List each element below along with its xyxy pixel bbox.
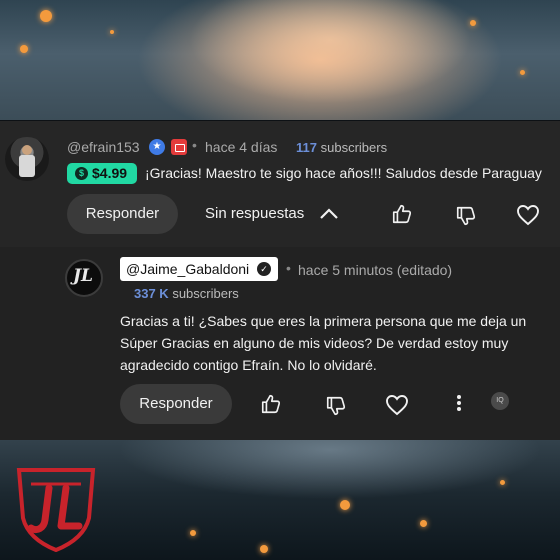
background-top — [0, 0, 560, 120]
bokeh-light — [40, 10, 52, 22]
reply-text-line: Gracias a ti! ¿Sabes que eres la primera… — [120, 313, 527, 329]
more-icon[interactable] — [452, 392, 466, 414]
reply-text: Gracias a ti! ¿Sabes que eres la primera… — [120, 310, 545, 376]
superchat-amount: $4.99 — [92, 165, 128, 181]
heart-icon[interactable] — [516, 204, 540, 226]
verified-icon: ✓ — [257, 262, 271, 276]
chevron-up-icon[interactable] — [319, 205, 339, 221]
dislike-icon[interactable] — [325, 395, 347, 417]
dislike-icon[interactable] — [455, 205, 477, 227]
membership-badge-icon — [171, 139, 187, 155]
bokeh-light — [190, 530, 196, 536]
separator-dot: • — [286, 260, 291, 276]
commenter-avatar[interactable] — [5, 137, 49, 181]
avatar-figure — [19, 155, 35, 177]
reply-button[interactable]: Responder — [67, 194, 178, 234]
reply-timestamp: hace 5 minutos (editado) — [298, 262, 453, 278]
replier-username-chip[interactable]: @Jaime_Gabaldoni ✓ — [120, 257, 278, 281]
avatar-head — [22, 145, 32, 155]
replier-subscribers: 337 K subscribers — [134, 286, 239, 301]
heart-icon[interactable] — [385, 394, 409, 416]
bokeh-light — [500, 480, 505, 485]
bokeh-light — [470, 20, 476, 26]
iq-badge: IQ — [491, 392, 509, 410]
bokeh-light — [340, 500, 350, 510]
bokeh-light — [260, 545, 268, 553]
separator-dot: • — [192, 137, 197, 153]
bokeh-light — [520, 70, 525, 75]
like-icon[interactable] — [391, 203, 413, 225]
coin-icon: $ — [75, 167, 88, 180]
reply-text-line: Súper Gracias en alguno de mis videos? D… — [120, 335, 509, 351]
superchat-badge: $ $4.99 — [67, 163, 137, 184]
replier-username: @Jaime_Gabaldoni — [126, 261, 250, 277]
logo-icon — [16, 468, 96, 552]
no-replies-toggle[interactable]: Sin respuestas — [205, 205, 304, 222]
bokeh-light — [420, 520, 427, 527]
avatar-logo: JL — [73, 266, 93, 286]
commenter-username[interactable]: @efrain153 — [67, 139, 140, 155]
reply-text-line: agradecido contigo Efraín. No lo olvidar… — [120, 357, 377, 373]
bokeh-light — [110, 30, 114, 34]
bokeh-light — [20, 45, 28, 53]
verified-icon: ★ — [149, 139, 165, 155]
comment-timestamp: hace 4 días — [205, 139, 278, 155]
commenter-subscribers: 117 subscribers — [296, 140, 388, 155]
replier-avatar[interactable]: JL — [65, 259, 103, 297]
comment-text: ¡Gracias! Maestro te sigo hace años!!! S… — [145, 165, 542, 181]
reply-button[interactable]: Responder — [120, 384, 232, 424]
like-icon[interactable] — [260, 393, 282, 415]
